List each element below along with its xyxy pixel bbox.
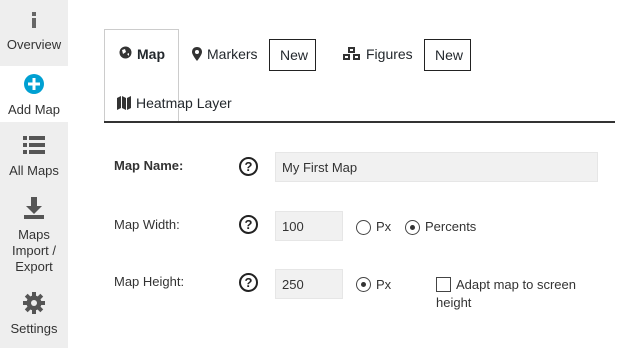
map-height-input[interactable] (275, 269, 343, 299)
width-px-label: Px (376, 219, 392, 234)
help-icon[interactable]: ? (239, 215, 258, 234)
sidebar-item-settings[interactable]: Settings (0, 292, 68, 342)
sidebar-item-label: All Maps (9, 163, 59, 178)
width-percents-radio[interactable] (405, 220, 420, 235)
sidebar-item-label: Settings (10, 321, 58, 336)
help-icon[interactable]: ? (239, 157, 258, 176)
sidebar-item-label: Add Map (7, 102, 61, 117)
map-pin-icon (192, 47, 202, 61)
map-width-label: Map Width: (114, 217, 180, 232)
sidebar: Overview Add Map All Maps Maps Import / … (0, 0, 68, 348)
sidebar-item-add-map[interactable]: Add Map (0, 66, 68, 122)
adapt-height-label: Adapt map to screen height (436, 277, 576, 310)
tab-heatmap-layer[interactable]: Heatmap Layer (117, 94, 232, 112)
plus-circle-icon (0, 73, 68, 99)
tab-heatmap-label: Heatmap Layer (136, 95, 232, 111)
tab-figures[interactable]: Figures (343, 45, 413, 63)
sidebar-item-label: Overview (6, 37, 62, 52)
sidebar-item-label: Maps Import / Export (11, 227, 57, 274)
gear-icon (0, 292, 68, 318)
tab-markers-label: Markers (207, 46, 258, 62)
height-px-radio[interactable] (356, 277, 371, 292)
list-icon (0, 134, 68, 160)
sidebar-item-import-export[interactable]: Maps Import / Export (0, 196, 68, 276)
tabs-divider (104, 121, 615, 123)
tab-markers[interactable]: Markers (192, 45, 258, 63)
tab-figures-label: Figures (366, 46, 413, 62)
help-icon[interactable]: ? (239, 273, 258, 292)
cubes-icon (343, 47, 360, 60)
map-width-input[interactable] (275, 211, 343, 241)
sidebar-item-overview[interactable]: Overview (0, 10, 68, 60)
sidebar-item-all-maps[interactable]: All Maps (0, 134, 68, 184)
map-name-label: Map Name: (114, 158, 184, 173)
height-px-label: Px (376, 277, 392, 292)
new-figure-button[interactable]: New (424, 39, 471, 71)
map-height-label: Map Height: (114, 274, 185, 289)
new-marker-button[interactable]: New (269, 39, 316, 71)
map-name-input[interactable] (275, 152, 598, 182)
info-icon (0, 10, 68, 34)
map-icon (117, 96, 131, 110)
width-px-radio[interactable] (356, 220, 371, 235)
globe-icon (119, 46, 132, 59)
download-icon (0, 196, 68, 224)
width-percents-label: Percents (425, 219, 477, 234)
tab-map-label: Map (137, 46, 165, 62)
